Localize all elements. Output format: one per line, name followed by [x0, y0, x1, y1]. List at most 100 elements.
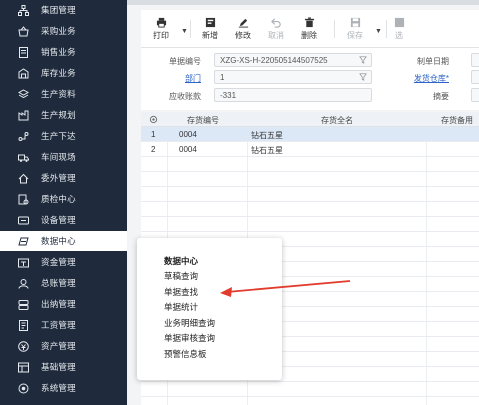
- sidebar-item-label: 质检中心: [41, 194, 76, 204]
- sidebar-item-data-center[interactable]: 数据中心: [0, 231, 127, 251]
- cancel-button[interactable]: 取消: [258, 15, 294, 45]
- filter-icon[interactable]: [359, 56, 367, 64]
- print-dropdown-icon[interactable]: ▼: [181, 28, 188, 35]
- menu-item-document-search[interactable]: 单据查找: [164, 286, 198, 298]
- floppy-disk-icon: [337, 15, 373, 29]
- save-label: 保存: [347, 31, 363, 40]
- summary-label: 摘要: [433, 92, 449, 101]
- sidebar-item-org-tree[interactable]: 集团管理: [0, 0, 127, 20]
- sidebar-item-label: 出纳管理: [41, 299, 76, 309]
- table-row[interactable]: 1 0004 钻石五星: [141, 127, 479, 142]
- edit-button[interactable]: 修改: [225, 15, 261, 45]
- printer-icon: [143, 15, 179, 29]
- table-row: [141, 172, 479, 187]
- save-button[interactable]: 保存: [337, 15, 373, 45]
- ledger-icon: [18, 278, 29, 289]
- sidebar-item-payroll[interactable]: 工资管理: [0, 315, 127, 335]
- row-code[interactable]: 0004: [179, 130, 197, 139]
- sidebar-item-funds[interactable]: 资金管理: [0, 252, 127, 272]
- row-number: 1: [151, 130, 156, 139]
- submenu-title: 数据中心: [164, 256, 199, 266]
- row-name[interactable]: 钻石五星: [251, 130, 283, 141]
- asset-icon: [18, 340, 29, 352]
- print-label: 打印: [153, 31, 169, 40]
- menu-item-alert-board[interactable]: 预警信息板: [164, 348, 207, 360]
- outsource-icon: [18, 173, 29, 184]
- system-gear-icon: [18, 383, 29, 394]
- table-row: [141, 202, 479, 217]
- cancel-label: 取消: [268, 31, 284, 40]
- layers-icon: [18, 88, 29, 100]
- factory-icon: [18, 110, 29, 121]
- col-header-name[interactable]: 存货全名: [321, 115, 353, 126]
- new-doc-icon: [192, 15, 228, 29]
- department-value: 1: [220, 73, 225, 82]
- menu-item-document-audit-query[interactable]: 单据审核查询: [164, 332, 215, 344]
- row-name[interactable]: 钻石五星: [251, 145, 283, 156]
- new-button[interactable]: 新增: [192, 15, 228, 45]
- device-icon: [18, 215, 29, 226]
- delete-button[interactable]: 删除: [291, 15, 327, 45]
- sidebar-item-factory[interactable]: 生产规划: [0, 105, 127, 125]
- toolbar: 打印 ▼ 新增 修改 取消 删除 保存 ▼ 选: [141, 10, 479, 48]
- data-center-icon: [18, 236, 29, 247]
- sidebar-item-truck[interactable]: 车间现场: [0, 147, 127, 167]
- menu-item-draft-query[interactable]: 草稿查询: [164, 270, 198, 282]
- sidebar-item-flow[interactable]: 生产下达: [0, 126, 127, 146]
- sidebar-item-asset[interactable]: 资产管理: [0, 336, 127, 356]
- sidebar-item-label: 集团管理: [41, 5, 76, 15]
- doc-no-value: XZG-XS-H-220505144507525: [220, 56, 328, 65]
- department-label[interactable]: 部门: [141, 73, 201, 84]
- doc-no-field[interactable]: XZG-XS-H-220505144507525: [214, 53, 372, 67]
- col-header-spare[interactable]: 存货备用: [441, 115, 473, 126]
- sidebar-item-label: 系统管理: [41, 383, 76, 393]
- warehouse-icon: [18, 67, 29, 79]
- sidebar-item-layers[interactable]: 生产资料: [0, 84, 127, 104]
- filter-icon[interactable]: [359, 73, 367, 81]
- table-row: [141, 382, 479, 397]
- row-number: 2: [151, 145, 156, 154]
- sidebar-item-label: 采购业务: [41, 26, 76, 36]
- print-button[interactable]: 打印: [143, 15, 179, 45]
- grid-settings-icon[interactable]: [149, 115, 158, 126]
- sidebar-item-label: 资金管理: [41, 257, 76, 267]
- undo-icon: [258, 15, 294, 29]
- table-row: [141, 217, 479, 232]
- data-center-submenu: 数据中心 草稿查询 单据查找 单据统计 业务明细查询 单据审核查询 预警信息板: [137, 238, 282, 380]
- sidebar-item-outsource[interactable]: 委外管理: [0, 168, 127, 188]
- ship-warehouse-field[interactable]: [471, 70, 479, 84]
- sidebar-item-cashier[interactable]: 出纳管理: [0, 294, 127, 314]
- sidebar-item-warehouse[interactable]: 库存业务: [0, 63, 127, 83]
- sidebar-item-inspection[interactable]: 质检中心: [0, 189, 127, 209]
- sidebar-item-shopping-basket[interactable]: 采购业务: [0, 21, 127, 41]
- receipt-icon: [18, 46, 29, 58]
- org-tree-icon: [18, 4, 29, 16]
- sidebar-item-basic-settings[interactable]: 基础管理: [0, 357, 127, 377]
- sidebar-item-label: 生产资料: [41, 89, 76, 99]
- maker-date-field[interactable]: [471, 53, 479, 67]
- sidebar-item-ledger[interactable]: 总账管理: [0, 273, 127, 293]
- menu-item-document-stats[interactable]: 单据统计: [164, 301, 198, 313]
- col-header-code[interactable]: 存货编号: [187, 115, 219, 126]
- payroll-icon: [18, 319, 29, 331]
- select-label: 选: [395, 31, 403, 40]
- department-field[interactable]: 1: [214, 70, 372, 84]
- row-code[interactable]: 0004: [179, 145, 197, 154]
- sidebar-item-label: 总账管理: [41, 278, 76, 288]
- table-row[interactable]: 2 0004 钻石五星: [141, 142, 479, 157]
- inspection-icon: [18, 194, 29, 205]
- sidebar-item-label: 设备管理: [41, 215, 76, 225]
- select-button[interactable]: 选: [389, 15, 409, 45]
- sidebar-item-receipt[interactable]: 销售业务: [0, 42, 127, 62]
- select-doc-icon: [389, 15, 409, 29]
- save-dropdown-icon[interactable]: ▼: [375, 28, 382, 35]
- toolbar-divider: [386, 20, 387, 38]
- sidebar-item-system-gear[interactable]: 系统管理: [0, 378, 127, 398]
- flow-icon: [18, 131, 29, 142]
- ship-warehouse-label[interactable]: 发货仓库*: [389, 73, 449, 84]
- sidebar-item-label: 工资管理: [41, 320, 76, 330]
- summary-field[interactable]: [471, 88, 479, 102]
- toolbar-divider: [190, 20, 191, 38]
- sidebar-item-device[interactable]: 设备管理: [0, 210, 127, 230]
- menu-item-business-detail-query[interactable]: 业务明细查询: [164, 317, 215, 329]
